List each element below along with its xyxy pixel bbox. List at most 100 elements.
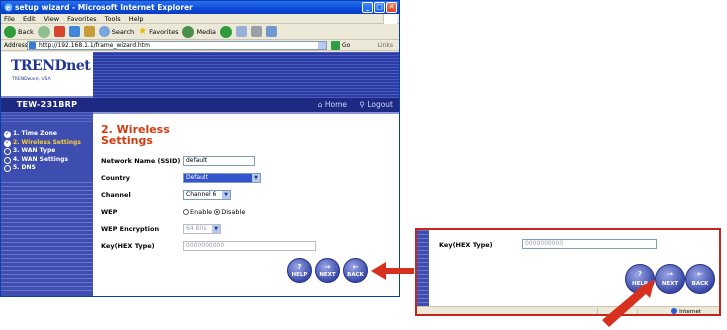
step-dns[interactable]: 5. DNS [4, 164, 92, 173]
step-time-zone[interactable]: 1. Time Zone [4, 130, 92, 139]
radio-icon [183, 209, 189, 215]
step-wan-settings[interactable]: 4. WAN Settings [4, 156, 92, 165]
key-input[interactable]: 0000000000 [183, 241, 316, 251]
wep-encryption-label: WEP Encryption [101, 225, 160, 233]
menu-help[interactable]: Help [129, 15, 144, 23]
search-button[interactable]: Search [98, 26, 134, 37]
radio-selected-icon [214, 209, 221, 215]
star-icon: ★ [138, 25, 148, 37]
step-check-icon [4, 139, 11, 147]
window-title: setup wizard - Microsoft Internet Explor… [15, 3, 193, 12]
svg-text:e: e [6, 3, 11, 12]
next-label: NEXT [319, 272, 336, 278]
step-wireless-settings[interactable]: 2. Wireless Settings [4, 139, 92, 147]
ssid-label: Network Name (SSID) [101, 157, 181, 165]
wep-label: WEP [101, 208, 118, 216]
logo-text: TRENDnet [11, 58, 91, 74]
back-button[interactable]: Back [4, 25, 34, 38]
wep-disable-label: Disable [221, 208, 246, 216]
edit-icon[interactable] [266, 26, 277, 37]
go-button[interactable]: Go [331, 41, 350, 50]
key-row: Key(HEX Type) 0000000000 [101, 241, 391, 253]
wep-encryption-row: WEP Encryption 64 Bits ▼ [101, 224, 391, 236]
key-label: Key(HEX Type) [101, 242, 155, 250]
close-button[interactable]: ✕ [386, 2, 397, 13]
country-select[interactable]: Default ▼ [183, 173, 261, 183]
history-icon[interactable] [220, 25, 232, 38]
menu-tools[interactable]: Tools [105, 15, 121, 23]
country-row: Country Default ▼ [101, 173, 391, 185]
zoom-callout: Key(HEX Type) 0000000000 ? HELP → NEXT ←… [415, 228, 721, 316]
wizard-steps: 1. Time Zone 2. Wireless Settings 3. WAN… [4, 130, 92, 173]
chevron-down-icon: ▼ [252, 174, 260, 182]
zoom-next-button[interactable]: → NEXT [655, 264, 685, 294]
header-banner [93, 52, 399, 98]
home-icon[interactable] [83, 26, 95, 37]
step-check-icon [4, 130, 11, 139]
globe-icon [671, 308, 678, 314]
home-link[interactable]: ⌂ Home [318, 100, 347, 109]
mail-icon[interactable] [236, 26, 247, 37]
home-label: Home [324, 100, 347, 109]
decor-stripes [1, 112, 93, 124]
wep-enable-label: Enable [190, 208, 213, 216]
back-nav-label: BACK [347, 272, 364, 278]
help-button[interactable]: ? HELP [287, 258, 312, 283]
favorites-label: Favorites [149, 27, 179, 36]
menu-bar: File Edit View Favorites Tools Help [1, 14, 399, 24]
step-label: 3. WAN Type [13, 147, 56, 154]
logout-link[interactable]: ⚲ Logout [359, 100, 393, 109]
wep-radio-group: Enable Disable [183, 207, 245, 217]
wep-enable-radio[interactable]: Enable [183, 208, 212, 216]
channel-label: Channel [101, 191, 131, 199]
favorites-button[interactable]: ★ Favorites [138, 25, 179, 37]
back-label: Back [18, 27, 34, 36]
print-icon[interactable] [251, 26, 262, 37]
security-zone: Internet [671, 307, 701, 314]
back-nav-button[interactable]: ← BACK [343, 258, 368, 283]
browser-window: e setup wizard - Microsoft Internet Expl… [0, 0, 400, 297]
zoom-help-button[interactable]: ? HELP [625, 264, 655, 294]
header-nav: ⌂ Home ⚲ Logout [93, 98, 399, 112]
windows-logo-icon [383, 14, 397, 24]
zoom-back-label: BACK [691, 281, 709, 287]
channel-select[interactable]: Channel 6 ▼ [183, 190, 231, 200]
status-divider [597, 308, 598, 314]
zoom-next-label: NEXT [661, 281, 679, 287]
ie-icon: e [4, 3, 13, 12]
wep-disable-radio[interactable]: Disable [214, 208, 245, 216]
step-radio-icon [4, 156, 11, 164]
forward-arrow-icon[interactable] [37, 25, 50, 38]
wizard-form: 2. Wireless Settings Network Name (SSID)… [101, 124, 391, 251]
status-bar: Internet [417, 306, 719, 314]
maximize-button[interactable]: □ [374, 2, 385, 13]
next-button[interactable]: → NEXT [315, 258, 340, 283]
status-divider [637, 308, 638, 314]
menu-edit[interactable]: Edit [23, 15, 36, 23]
menu-view[interactable]: View [44, 15, 59, 23]
title-bar[interactable]: e setup wizard - Microsoft Internet Expl… [1, 1, 399, 14]
links-label[interactable]: Links [378, 40, 393, 51]
refresh-icon[interactable] [68, 26, 80, 37]
ssid-input[interactable]: default [183, 156, 255, 166]
help-icon: ? [637, 270, 643, 278]
search-icon [98, 26, 110, 37]
address-dropdown-icon[interactable] [318, 42, 326, 49]
zoom-back-button[interactable]: ← BACK [685, 264, 715, 294]
step-label: 4. WAN Settings [13, 155, 68, 163]
step-label: 5. DNS [13, 164, 36, 171]
wep-encryption-value: 64 Bits [186, 225, 207, 232]
minimize-button[interactable]: _ [362, 2, 373, 13]
media-button[interactable]: Media [182, 25, 216, 38]
menu-favorites[interactable]: Favorites [67, 15, 96, 23]
step-wan-type[interactable]: 3. WAN Type [4, 147, 92, 156]
menu-file[interactable]: File [4, 15, 15, 23]
wep-encryption-select[interactable]: 64 Bits ▼ [183, 224, 221, 234]
stop-icon[interactable] [53, 26, 65, 37]
back-arrow-icon [4, 25, 16, 38]
back-icon: ← [697, 270, 703, 278]
step-radio-icon [4, 148, 11, 155]
zoom-key-input[interactable]: 0000000000 [522, 239, 657, 249]
address-input[interactable]: http://192.168.1.1/frame_wizard.htm [27, 41, 327, 50]
media-label: Media [196, 27, 216, 36]
